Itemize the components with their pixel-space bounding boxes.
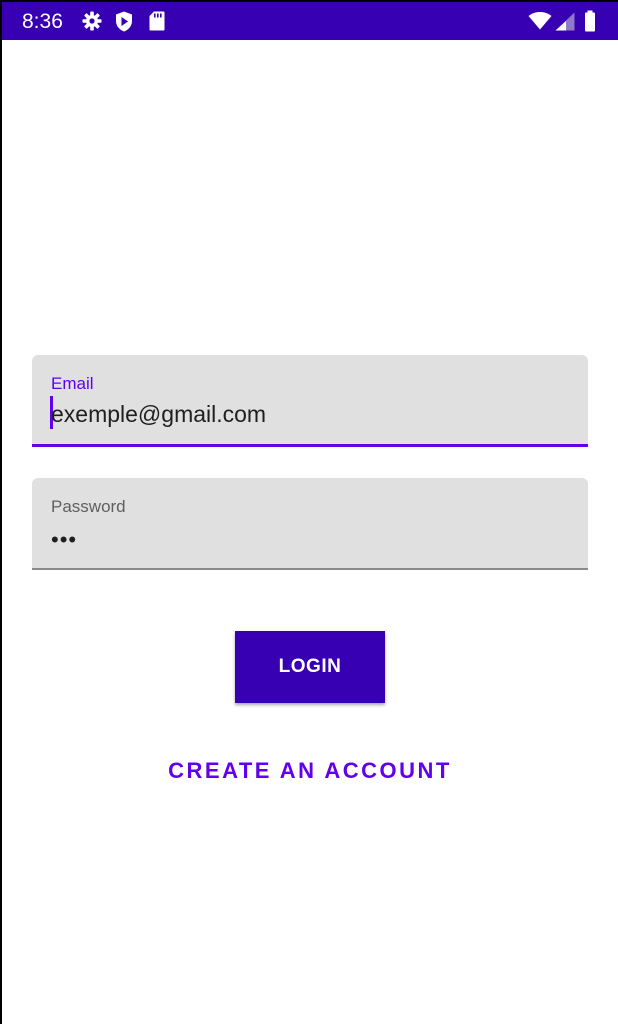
status-time: 8:36 [22, 10, 63, 33]
password-field[interactable]: Password ••• [32, 478, 588, 570]
gear-icon [82, 11, 102, 31]
battery-icon [585, 10, 595, 32]
email-input[interactable]: exemple@gmail.com [51, 400, 266, 428]
sd-card-icon [149, 11, 165, 31]
status-bar: 8:36 [2, 2, 618, 40]
create-account-link[interactable]: CREATE AN ACCOUNT [2, 756, 618, 786]
email-field[interactable]: Email exemple@gmail.com [32, 355, 588, 447]
login-button[interactable]: LOGIN [235, 631, 385, 703]
cell-signal-icon [555, 12, 575, 31]
wifi-icon [528, 12, 552, 30]
app-screen: 8:36 Email exemple@gmail.com Password ••… [2, 2, 618, 1024]
email-label: Email [51, 374, 94, 393]
password-label: Password [51, 497, 126, 516]
shield-play-icon [116, 11, 132, 32]
password-input[interactable]: ••• [51, 529, 77, 551]
